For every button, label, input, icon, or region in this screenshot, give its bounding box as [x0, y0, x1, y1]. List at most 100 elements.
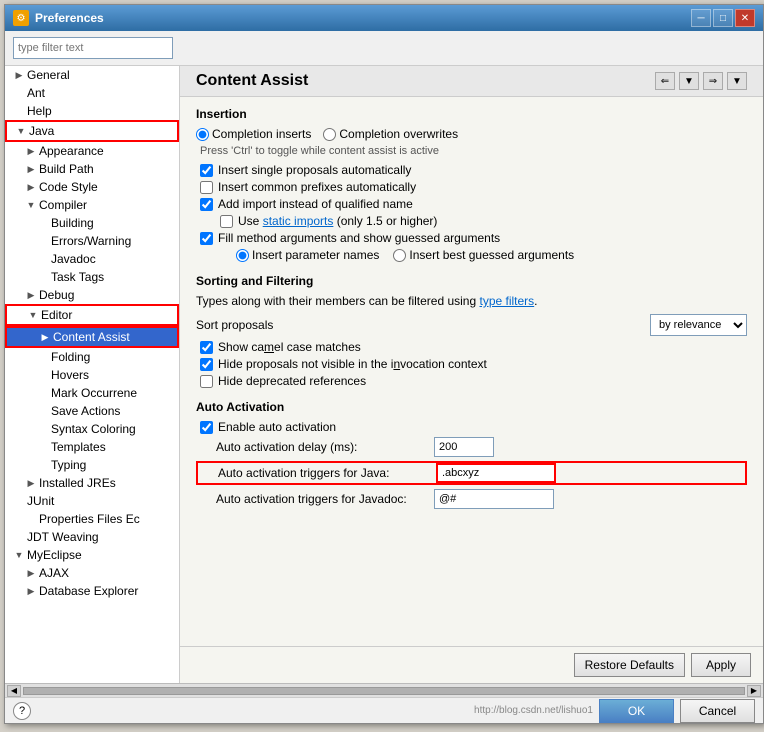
completion-inserts-radio[interactable] — [196, 128, 209, 141]
fill-method-checkbox[interactable] — [200, 232, 213, 245]
trigger-javadoc-input[interactable] — [434, 489, 554, 509]
restore-defaults-button[interactable]: Restore Defaults — [574, 653, 685, 677]
insert-single-checkbox[interactable] — [200, 164, 213, 177]
expand-icon-code-style: ▶ — [25, 182, 37, 193]
nav-forward-button[interactable]: ⇒ — [703, 72, 723, 90]
sidebar-item-java[interactable]: ▼ Java — [5, 120, 179, 142]
filter-input[interactable] — [13, 37, 173, 59]
trigger-java-input[interactable] — [436, 463, 556, 483]
sidebar-item-javadoc[interactable]: Javadoc — [5, 250, 179, 268]
enable-auto-activation-checkbox[interactable] — [200, 421, 213, 434]
sidebar-item-content-assist[interactable]: ▶ Content Assist — [5, 326, 179, 348]
sidebar-label-properties: Properties Files Ec — [39, 512, 140, 526]
nav-forward-dropdown-button[interactable]: ▼ — [727, 72, 747, 90]
sidebar-item-editor[interactable]: ▼ Editor — [5, 304, 179, 326]
sidebar-item-ant[interactable]: Ant — [5, 84, 179, 102]
nav-back-button[interactable]: ⇐ — [655, 72, 675, 90]
sidebar-item-appearance[interactable]: ▶ Appearance — [5, 142, 179, 160]
sidebar-item-help[interactable]: Help — [5, 102, 179, 120]
insert-best-guessed-option[interactable]: Insert best guessed arguments — [393, 248, 574, 262]
sidebar-item-properties[interactable]: Properties Files Ec — [5, 510, 179, 528]
insert-param-names-radio[interactable] — [236, 249, 249, 262]
sidebar-label-editor: Editor — [41, 308, 72, 322]
expand-icon-general: ▶ — [13, 70, 25, 81]
insert-common-label: Insert common prefixes automatically — [218, 180, 416, 194]
sidebar-item-save-actions[interactable]: Save Actions — [5, 402, 179, 420]
close-button[interactable]: ✕ — [735, 9, 755, 27]
filter-row — [5, 31, 763, 66]
insert-common-checkbox[interactable] — [200, 181, 213, 194]
sidebar-item-general[interactable]: ▶ General — [5, 66, 179, 84]
content-area: ▶ General Ant Help ▼ Java ▶ Appear — [5, 31, 763, 723]
expand-icon-db: ▶ — [25, 586, 37, 597]
sidebar-label-javadoc: Javadoc — [51, 252, 96, 266]
show-camel-checkbox[interactable] — [200, 341, 213, 354]
show-camel-row: Show camel case matches — [196, 340, 747, 354]
cancel-button[interactable]: Cancel — [680, 699, 755, 723]
window-icon: ⚙ — [13, 10, 29, 26]
sidebar-item-errors-warnings[interactable]: Errors/Warning — [5, 232, 179, 250]
insert-param-names-option[interactable]: Insert parameter names — [236, 248, 379, 262]
fill-method-label: Fill method arguments and show guessed a… — [218, 231, 500, 245]
sidebar-item-mark-occurrences[interactable]: Mark Occurrene — [5, 384, 179, 402]
delay-input[interactable] — [434, 437, 494, 457]
sidebar-item-syntax-coloring[interactable]: Syntax Coloring — [5, 420, 179, 438]
use-static-label: Use static imports (only 1.5 or higher) — [238, 214, 437, 228]
apply-button[interactable]: Apply — [691, 653, 751, 677]
sidebar-item-hovers[interactable]: Hovers — [5, 366, 179, 384]
sidebar-item-jdt-weaving[interactable]: JDT Weaving — [5, 528, 179, 546]
scroll-right-button[interactable]: ▶ — [747, 685, 761, 697]
sorting-description: Types along with their members can be fi… — [196, 294, 747, 308]
sidebar-item-database-explorer[interactable]: ▶ Database Explorer — [5, 582, 179, 600]
add-import-checkbox[interactable] — [200, 198, 213, 211]
static-imports-link[interactable]: static imports — [263, 214, 334, 228]
title-bar-left: ⚙ Preferences — [13, 10, 104, 26]
panel-title: Content Assist — [196, 72, 308, 90]
expand-icon-appearance: ▶ — [25, 146, 37, 157]
sidebar-item-debug[interactable]: ▶ Debug — [5, 286, 179, 304]
sidebar-label-db: Database Explorer — [39, 584, 138, 598]
sorting-desc-end: . — [534, 294, 537, 308]
completion-overwrites-radio[interactable] — [323, 128, 336, 141]
completion-overwrites-option[interactable]: Completion overwrites — [323, 127, 458, 141]
sidebar-label-jdt: JDT Weaving — [27, 530, 99, 544]
sidebar-item-code-style[interactable]: ▶ Code Style — [5, 178, 179, 196]
sidebar-label-folding: Folding — [51, 350, 90, 364]
expand-icon-compiler: ▼ — [25, 200, 37, 210]
sidebar-label-syntax: Syntax Coloring — [51, 422, 136, 436]
nav-arrows: ⇐ ▼ ⇒ ▼ — [655, 72, 747, 90]
nav-dropdown-button[interactable]: ▼ — [679, 72, 699, 90]
sidebar-item-ajax[interactable]: ▶ AJAX — [5, 564, 179, 582]
hide-proposals-row: Hide proposals not visible in the invoca… — [196, 357, 747, 371]
help-bar: ? http://blog.csdn.net/lishuo1 OK Cancel — [5, 697, 763, 723]
sidebar-item-building[interactable]: Building — [5, 214, 179, 232]
scroll-left-button[interactable]: ◀ — [7, 685, 21, 697]
sidebar-item-junit[interactable]: JUnit — [5, 492, 179, 510]
sidebar-item-myeclipse[interactable]: ▼ MyEclipse — [5, 546, 179, 564]
completion-inserts-option[interactable]: Completion inserts — [196, 127, 311, 141]
insert-param-names-label: Insert parameter names — [252, 248, 379, 262]
expand-icon-editor: ▼ — [27, 310, 39, 320]
sidebar-item-build-path[interactable]: ▶ Build Path — [5, 160, 179, 178]
sort-proposals-label: Sort proposals — [196, 318, 273, 332]
sidebar-label-typing: Typing — [51, 458, 86, 472]
ok-button[interactable]: OK — [599, 699, 674, 723]
sidebar-item-installed-jres[interactable]: ▶ Installed JREs — [5, 474, 179, 492]
insertion-section: Insertion Completion inserts Completion … — [196, 107, 747, 262]
minimize-button[interactable]: ─ — [691, 9, 711, 27]
insert-best-guessed-radio[interactable] — [393, 249, 406, 262]
sidebar-item-templates[interactable]: Templates — [5, 438, 179, 456]
use-static-checkbox[interactable] — [220, 215, 233, 228]
sidebar-item-typing[interactable]: Typing — [5, 456, 179, 474]
sort-proposals-select[interactable]: by relevance alphabetically — [650, 314, 747, 336]
show-camel-label: Show camel case matches — [218, 340, 361, 354]
help-icon[interactable]: ? — [13, 702, 31, 720]
trigger-javadoc-label: Auto activation triggers for Javadoc: — [216, 492, 426, 506]
sidebar-item-folding[interactable]: Folding — [5, 348, 179, 366]
type-filters-link[interactable]: type filters — [479, 294, 534, 308]
hide-deprecated-checkbox[interactable] — [200, 375, 213, 388]
maximize-button[interactable]: □ — [713, 9, 733, 27]
sidebar-item-task-tags[interactable]: Task Tags — [5, 268, 179, 286]
sidebar-item-compiler[interactable]: ▼ Compiler — [5, 196, 179, 214]
hide-proposals-checkbox[interactable] — [200, 358, 213, 371]
